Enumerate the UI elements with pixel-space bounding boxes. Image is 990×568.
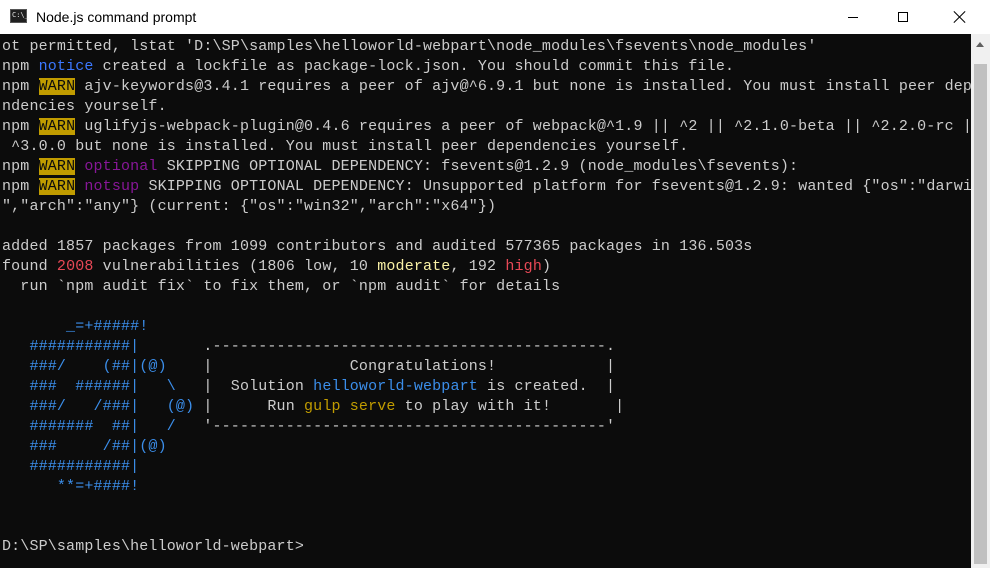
terminal-segment: to play with it! | <box>395 398 625 415</box>
terminal-segment <box>75 158 84 175</box>
terminal-segment: run `npm audit fix` to fix them, or `npm… <box>2 278 561 295</box>
terminal-line: added 1857 packages from 1099 contributo… <box>2 237 971 257</box>
terminal-line: ot permitted, lstat 'D:\SP\samples\hello… <box>2 37 971 57</box>
terminal-segment: helloworld-webpart <box>313 378 478 395</box>
terminal-segment: ### /##|(@) <box>2 438 167 455</box>
terminal-segment: found <box>2 258 57 275</box>
close-button[interactable] <box>937 0 983 34</box>
terminal-line: ###/ (##|(@) | Congratulations! | <box>2 357 971 377</box>
terminal-segment: npm <box>2 178 39 195</box>
terminal-segment: WARN <box>38 158 76 175</box>
terminal-segment: optional <box>84 158 158 175</box>
terminal-segment: added 1857 packages from 1099 contributo… <box>2 238 753 255</box>
terminal-segment: 2008 <box>56 258 94 275</box>
minimize-button[interactable] <box>830 0 876 34</box>
title-bar[interactable]: Node.js command prompt <box>0 0 990 34</box>
terminal-line: npm notice created a lockfile as package… <box>2 57 971 77</box>
terminal-segment: | Solution <box>175 378 314 395</box>
window-title: Node.js command prompt <box>36 9 197 25</box>
terminal-line: ","arch":"any"} (current: {"os":"win32",… <box>2 197 971 217</box>
terminal-line: npm WARN optional SKIPPING OPTIONAL DEPE… <box>2 157 971 177</box>
terminal-segment: SKIPPING OPTIONAL DEPENDENCY: fsevents@1… <box>157 158 799 175</box>
terminal-segment: moderate <box>377 258 451 275</box>
terminal-segment <box>75 178 84 195</box>
terminal-line: **=+####! <box>2 477 971 497</box>
terminal-segment: created a lockfile as package-lock.json.… <box>93 58 735 75</box>
terminal-line: ### ######| \ | Solution helloworld-webp… <box>2 377 971 397</box>
terminal-segment: ndencies yourself. <box>2 98 167 115</box>
maximize-icon <box>898 12 908 22</box>
terminal-segment: high <box>505 258 542 275</box>
console-window: Node.js command prompt ot permitted, lst… <box>0 0 990 568</box>
terminal-segment: | <box>166 358 350 375</box>
terminal-line: ###/ /###| (@) | Run gulp serve to play … <box>2 397 971 417</box>
vertical-scrollbar[interactable] <box>971 34 990 568</box>
terminal-line: D:\SP\samples\helloworld-webpart> <box>2 537 971 557</box>
terminal-segment: _=+#####! <box>2 318 149 335</box>
terminal-line: ###########| .--------------------------… <box>2 337 971 357</box>
console-app-icon[interactable] <box>10 9 29 23</box>
terminal-segment: vulnerabilities (1806 low, 10 <box>93 258 378 275</box>
terminal-segment: WARN <box>38 118 76 135</box>
terminal-segment: npm <box>2 158 39 175</box>
terminal-segment: ###########| <box>2 338 140 355</box>
terminal-segment: | <box>496 358 616 375</box>
terminal-line: npm WARN notsup SKIPPING OPTIONAL DEPEND… <box>2 177 971 197</box>
terminal-segment: notsup <box>84 178 140 195</box>
terminal-segment: ","arch":"any"} (current: {"os":"win32",… <box>2 198 497 215</box>
terminal-segment: npm <box>2 78 39 95</box>
terminal-segment: WARN <box>38 78 76 95</box>
terminal-segment: notice <box>38 58 94 75</box>
terminal-segment: ###/ /###| (@) <box>2 398 195 415</box>
console-output-area[interactable]: ot permitted, lstat 'D:\SP\samples\hello… <box>0 34 971 568</box>
terminal-segment: **=+####! <box>2 478 140 495</box>
terminal-line: ndencies yourself. <box>2 97 971 117</box>
terminal-segment: ) <box>541 258 552 275</box>
close-icon <box>954 11 966 23</box>
terminal-segment: ###########| <box>2 458 140 475</box>
minimize-icon <box>848 16 858 18</box>
terminal-line: npm WARN ajv-keywords@3.4.1 requires a p… <box>2 77 971 97</box>
terminal-segment: ot permitted, lstat 'D:\SP\samples\hello… <box>2 38 817 55</box>
terminal-line: run `npm audit fix` to fix them, or `npm… <box>2 277 971 297</box>
terminal-segment: npm <box>2 58 39 75</box>
terminal-line: ###########| <box>2 457 971 477</box>
terminal-line: found 2008 vulnerabilities (1806 low, 10… <box>2 257 971 277</box>
maximize-button[interactable] <box>880 0 926 34</box>
terminal-line: _=+#####! <box>2 317 971 337</box>
terminal-segment: D:\SP\samples\helloworld-webpart> <box>2 538 304 555</box>
terminal-segment: npm <box>2 118 39 135</box>
terminal-segment: , 192 <box>450 258 506 275</box>
terminal-segment: '---------------------------------------… <box>175 418 616 435</box>
terminal-segment: ###/ (##|(@) <box>2 358 167 375</box>
congratulations-text: Congratulations! <box>349 358 497 375</box>
terminal-line: ####### ##| / '-------------------------… <box>2 417 971 437</box>
terminal-segment: .---------------------------------------… <box>139 338 616 355</box>
terminal-segment: is created. | <box>477 378 616 395</box>
terminal-text: ot permitted, lstat 'D:\SP\samples\hello… <box>0 34 971 557</box>
terminal-segment: WARN <box>38 178 76 195</box>
terminal-line: ^3.0.0 but none is installed. You must i… <box>2 137 971 157</box>
terminal-line: npm WARN uglifyjs-webpack-plugin@0.4.6 r… <box>2 117 971 137</box>
terminal-segment: ^3.0.0 but none is installed. You must i… <box>2 138 689 155</box>
scroll-up-arrow-icon[interactable] <box>976 42 984 47</box>
terminal-segment: gulp serve <box>304 398 396 415</box>
terminal-segment: SKIPPING OPTIONAL DEPENDENCY: Unsupporte… <box>139 178 971 195</box>
terminal-segment: | Run <box>194 398 305 415</box>
terminal-segment: uglifyjs-webpack-plugin@0.4.6 requires a… <box>75 118 971 135</box>
terminal-line: ### /##|(@) <box>2 437 971 457</box>
terminal-segment: ajv-keywords@3.4.1 requires a peer of aj… <box>75 78 971 95</box>
terminal-segment: ####### ##| / <box>2 418 176 435</box>
scrollbar-thumb[interactable] <box>974 64 987 564</box>
terminal-segment: ### ######| \ <box>2 378 176 395</box>
